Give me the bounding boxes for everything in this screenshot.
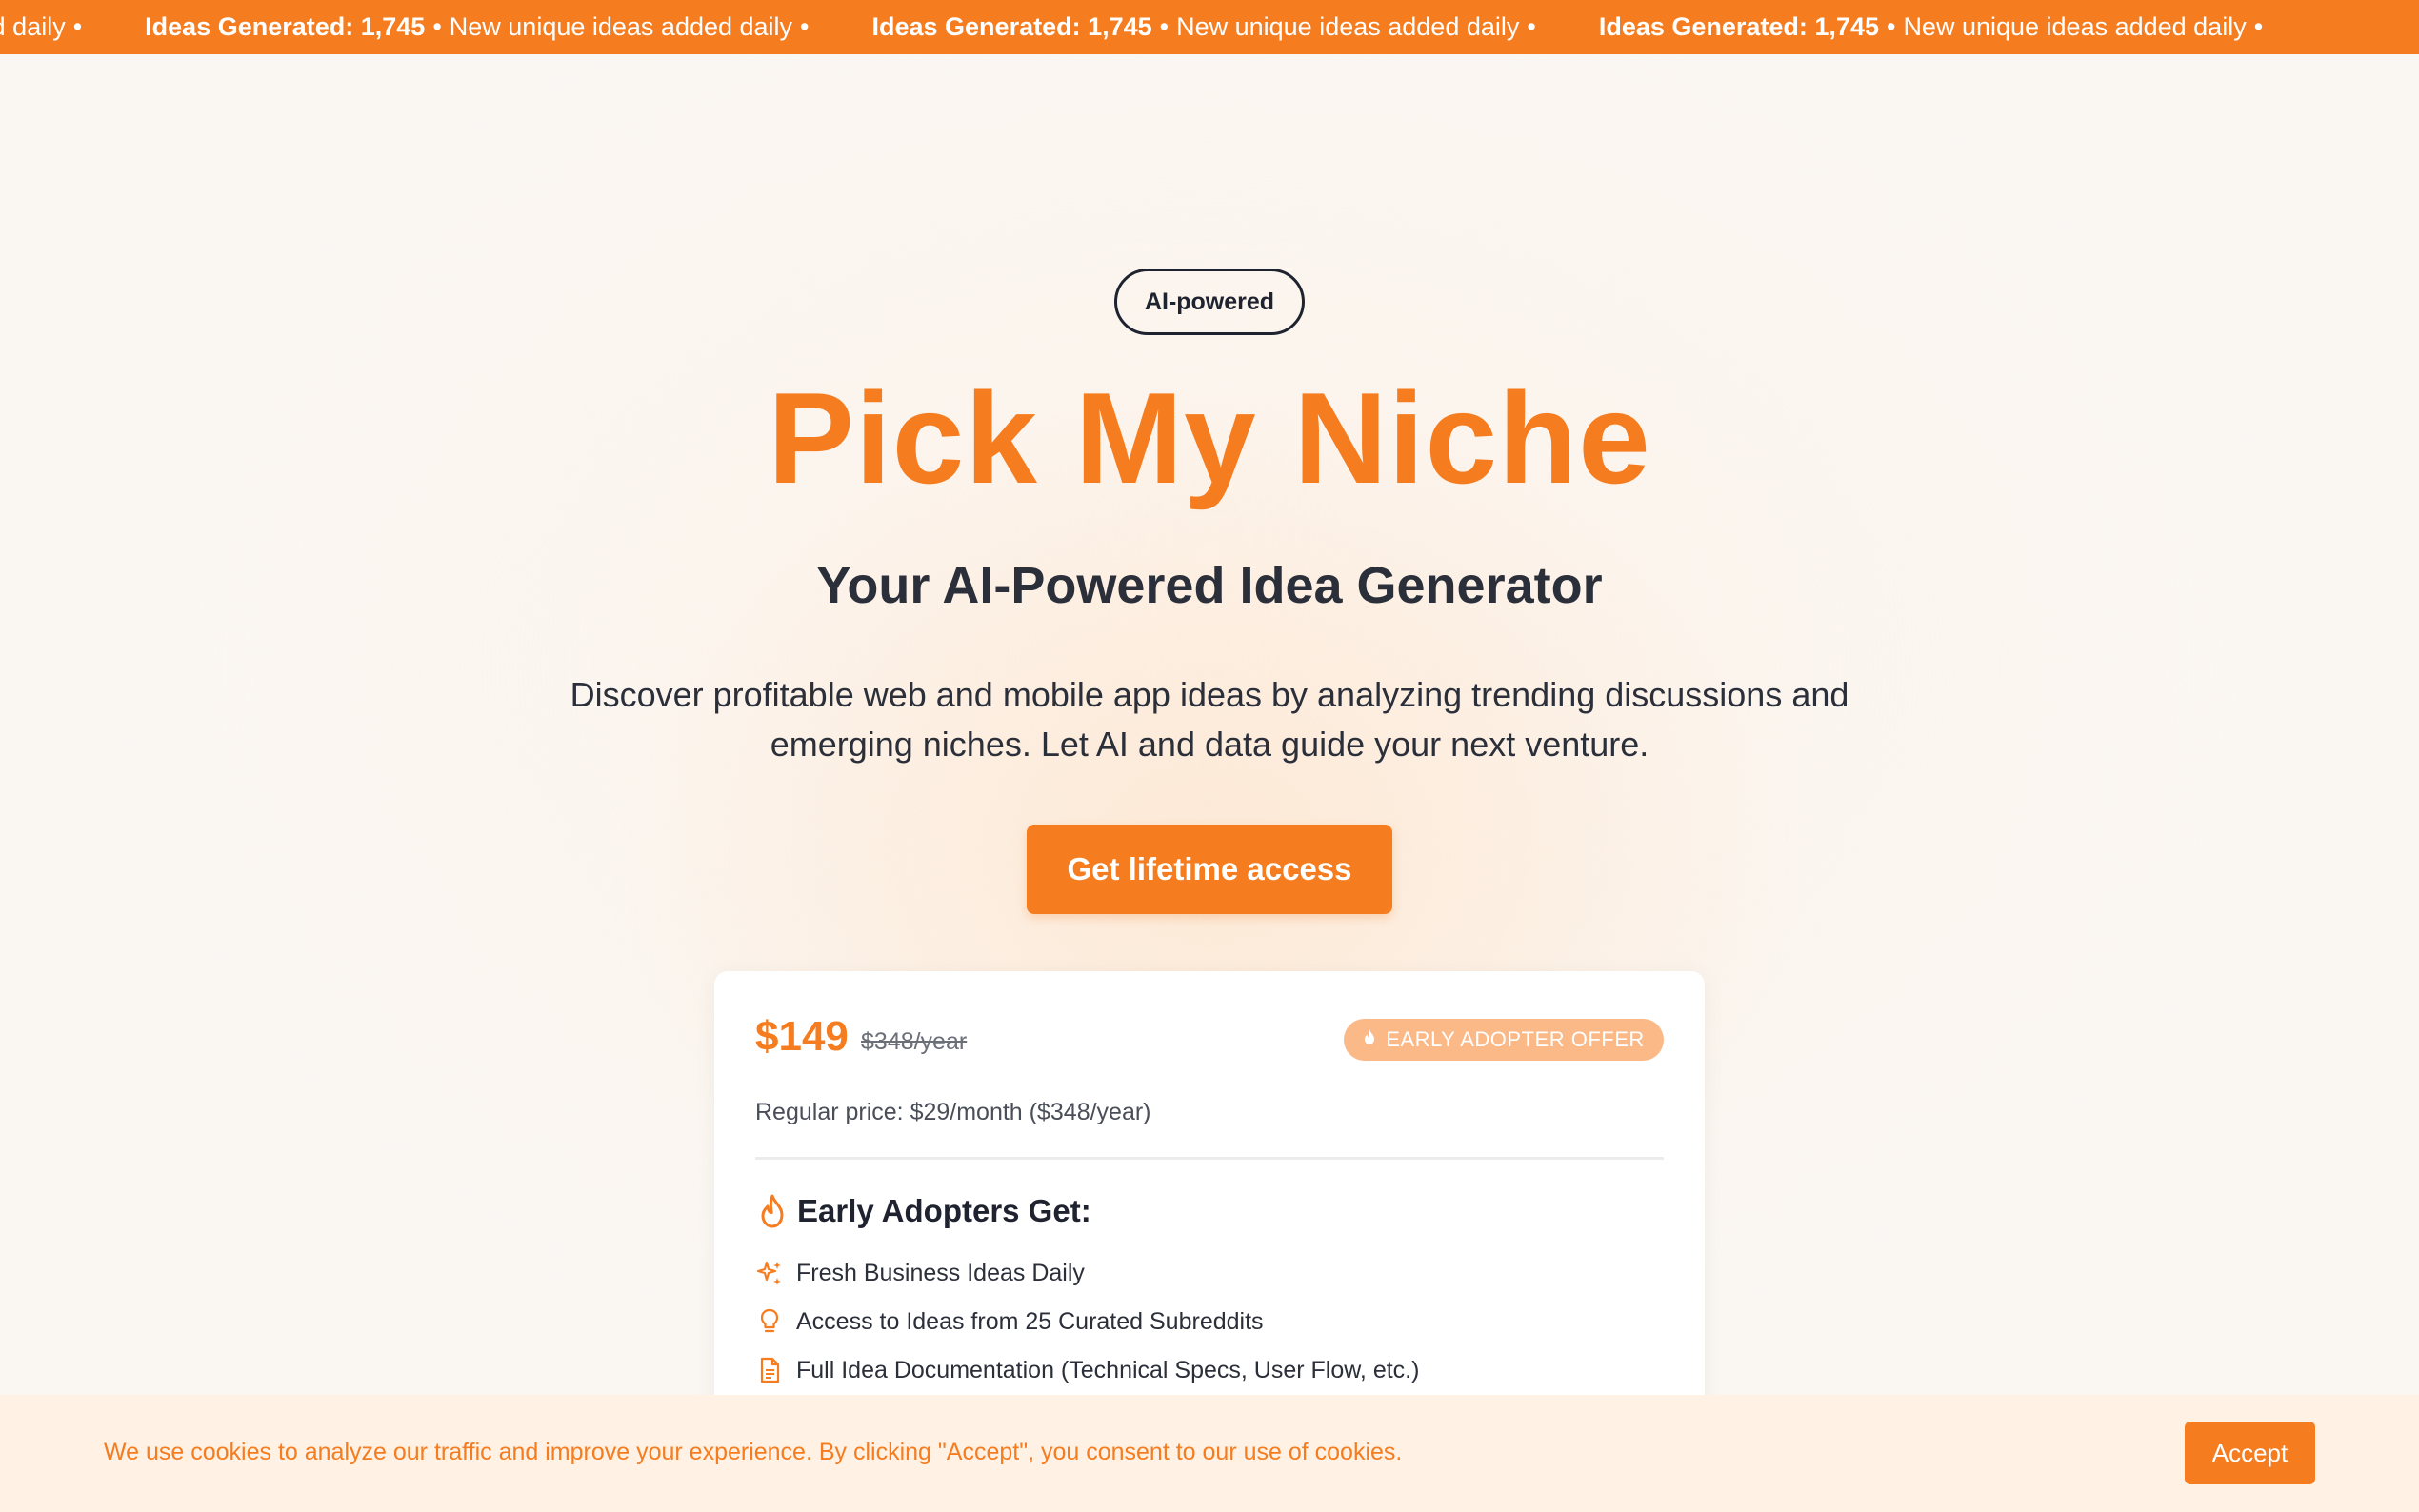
ticker-separator: • <box>2253 12 2264 41</box>
ticker-item: Ideas Generated: 1,745 • New unique idea… <box>145 12 871 42</box>
perk-item: Full Idea Documentation (Technical Specs… <box>755 1356 1419 1384</box>
ticker-separator: • <box>72 12 83 41</box>
page-subtitle: Your AI-Powered Idea Generator <box>816 557 1603 614</box>
cookie-text: We use cookies to analyze our traffic an… <box>104 1439 1403 1465</box>
old-price: $348/year <box>861 1028 968 1055</box>
ticker-message: New unique ideas added daily <box>1903 12 2247 41</box>
ticker-label: Ideas Generated: 1,745 <box>871 12 1152 41</box>
ticker-item: Ideas Generated: 1,745 • New unique idea… <box>1599 12 2326 42</box>
price: $149 <box>755 1013 849 1060</box>
early-adopter-badge: EARLY ADOPTER OFFER <box>1344 1019 1664 1061</box>
ticker-message: New unique ideas added daily <box>1176 12 1520 41</box>
flame-icon <box>1363 1028 1376 1051</box>
lightbulb-icon <box>755 1307 784 1336</box>
ticker-separator: • <box>1159 12 1170 41</box>
get-lifetime-access-button[interactable]: Get lifetime access <box>1027 825 1392 914</box>
ticker-separator: • <box>432 12 442 41</box>
ticker-message: ique ideas added daily <box>0 12 66 41</box>
cookie-banner: We use cookies to analyze our traffic an… <box>0 1395 2419 1512</box>
perk-item: Fresh Business Ideas Daily <box>755 1259 1085 1287</box>
ticker-track: ique ideas added daily • Ideas Generated… <box>0 0 2326 54</box>
ai-powered-badge: AI-powered <box>1114 269 1305 335</box>
ticker-item: Ideas Generated: 1,745 • New unique idea… <box>872 12 1599 42</box>
ticker-label: Ideas Generated: 1,745 <box>1598 12 1879 41</box>
perk-label: Full Idea Documentation (Technical Specs… <box>796 1356 1420 1383</box>
document-icon <box>755 1356 784 1384</box>
perks-title: Early Adopters Get: <box>797 1193 1091 1228</box>
ticker-item: ique ideas added daily • <box>0 12 145 42</box>
regular-price: Regular price: $29/month ($348/year) <box>755 1099 1151 1125</box>
perks-heading: Early Adopters Get: <box>755 1192 1091 1230</box>
perk-label: Access to Ideas from 25 Curated Subreddi… <box>796 1307 1264 1335</box>
ticker-label: Ideas Generated: 1,745 <box>145 12 426 41</box>
page-title: Pick My Niche <box>768 366 1651 510</box>
hero-description: Discover profitable web and mobile app i… <box>570 675 1849 764</box>
ticker-separator: • <box>1886 12 1896 41</box>
early-adopter-label: EARLY ADOPTER OFFER <box>1386 1027 1645 1051</box>
accept-cookies-button[interactable]: Accept <box>2185 1422 2315 1484</box>
announcement-ticker: ique ideas added daily • Ideas Generated… <box>0 0 2419 54</box>
ticker-message: New unique ideas added daily <box>449 12 793 41</box>
divider <box>755 1157 1664 1160</box>
ticker-separator: • <box>800 12 810 41</box>
ticker-separator: • <box>1527 12 1536 41</box>
sparkles-icon <box>755 1259 784 1287</box>
perk-item: Access to Ideas from 25 Curated Subreddi… <box>755 1307 1264 1336</box>
perk-label: Fresh Business Ideas Daily <box>796 1259 1085 1286</box>
flame-icon <box>755 1192 790 1230</box>
